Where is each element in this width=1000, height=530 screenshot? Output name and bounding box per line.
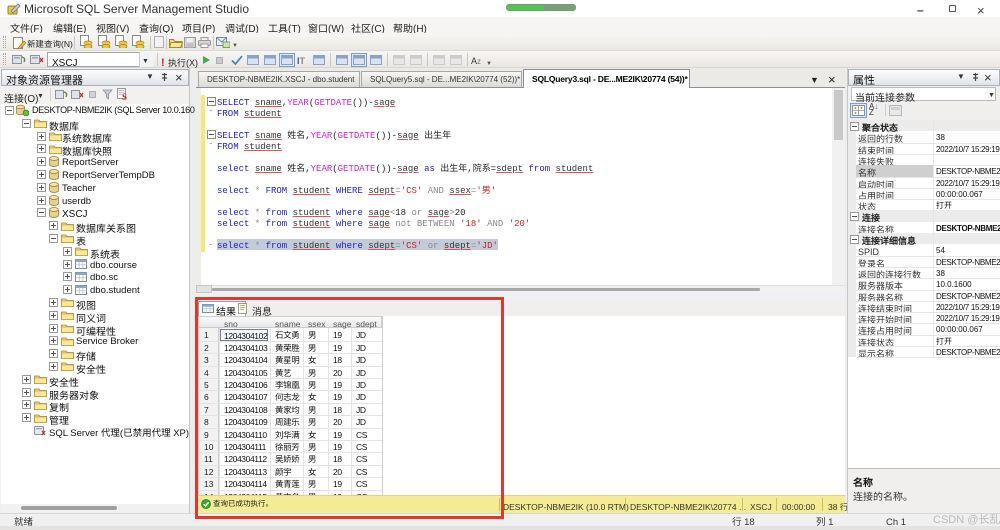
svg-text:S: S — [122, 92, 127, 101]
